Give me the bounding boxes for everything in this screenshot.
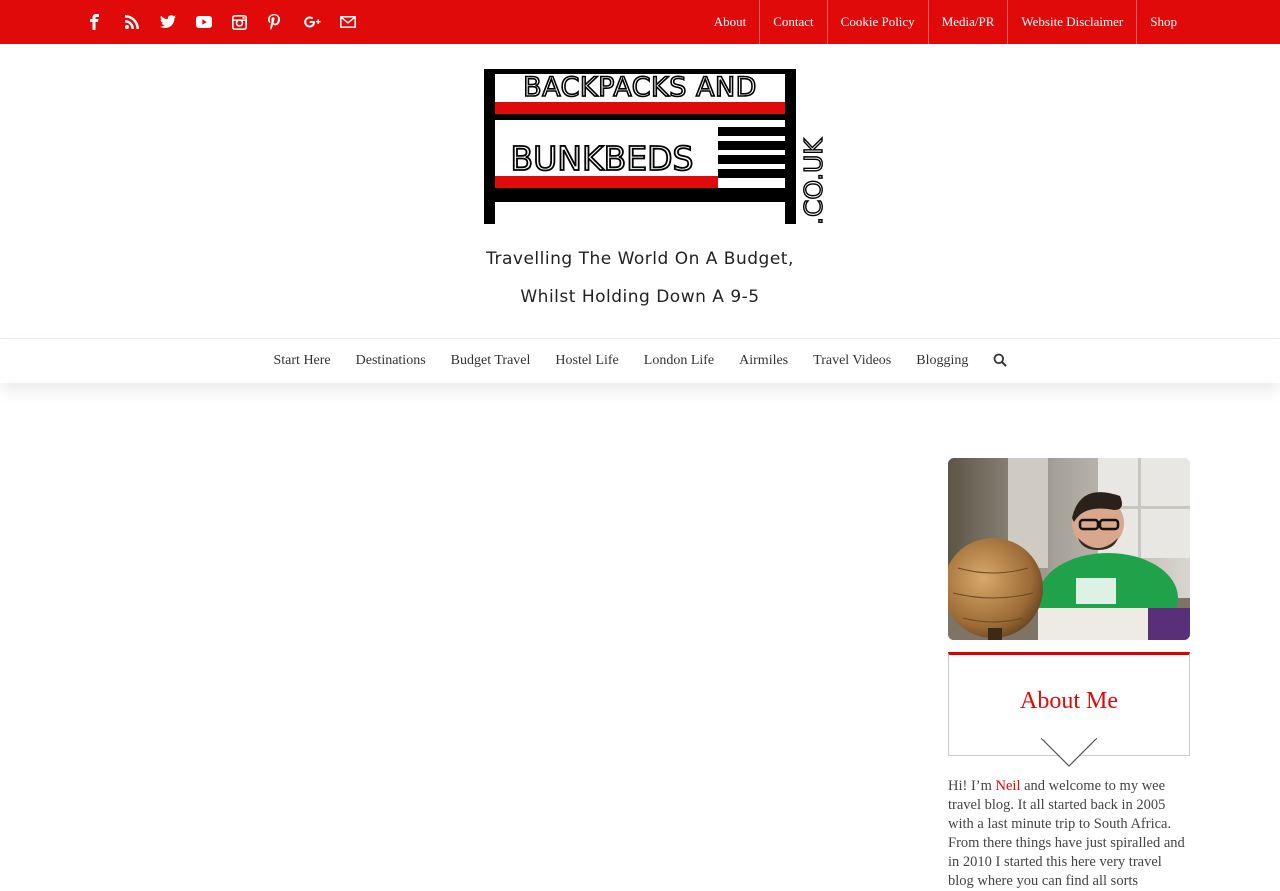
about-notch	[1041, 738, 1097, 767]
tagline-line1: Travelling The World On A Budget,	[486, 249, 794, 269]
email-icon[interactable]	[340, 11, 376, 33]
logo-line1: BACKPACKS AND	[523, 72, 757, 103]
nav-hostel-life[interactable]: Hostel Life	[543, 353, 631, 369]
nav-budget-travel[interactable]: Budget Travel	[438, 353, 543, 369]
top-nav: About Contact Cookie Policy Media/PR Web…	[701, 0, 1190, 44]
top-nav-about[interactable]: About	[701, 0, 760, 44]
rss-icon[interactable]	[124, 11, 160, 33]
top-nav-media-pr[interactable]: Media/PR	[927, 0, 1008, 44]
top-nav-website-disclaimer[interactable]: Website Disclaimer	[1007, 0, 1136, 44]
instagram-icon[interactable]	[232, 11, 268, 33]
nav-airmiles[interactable]: Airmiles	[727, 353, 801, 369]
logo-domain: .CO.UK	[799, 138, 824, 225]
about-intro: Hi! I’m	[948, 778, 996, 794]
nav-start-here[interactable]: Start Here	[261, 353, 343, 369]
nav-destinations[interactable]: Destinations	[343, 353, 438, 369]
social-links	[88, 11, 376, 33]
tagline: Travelling The World On A Budget, Whilst…	[440, 240, 840, 316]
nav-london-life[interactable]: London Life	[631, 353, 726, 369]
top-bar: About Contact Cookie Policy Media/PR Web…	[0, 0, 1280, 44]
about-name-link[interactable]: Neil	[996, 778, 1021, 794]
google-plus-icon[interactable]	[304, 11, 340, 33]
top-nav-cookie-policy[interactable]: Cookie Policy	[826, 0, 928, 44]
author-photo	[948, 458, 1190, 640]
nav-travel-videos[interactable]: Travel Videos	[801, 353, 904, 369]
main-nav: Start Here Destinations Budget Travel Ho…	[0, 338, 1280, 383]
youtube-icon[interactable]	[196, 11, 232, 33]
pinterest-icon[interactable]	[268, 11, 304, 33]
top-nav-contact[interactable]: Contact	[759, 0, 826, 44]
twitter-icon[interactable]	[160, 11, 196, 33]
about-body: and welcome to my wee travel blog. It al…	[948, 778, 1185, 889]
facebook-icon[interactable]	[88, 11, 124, 33]
nav-blogging[interactable]: Blogging	[904, 353, 981, 369]
top-nav-shop[interactable]: Shop	[1136, 0, 1190, 44]
logo-line2: BUNKBEDS	[511, 139, 694, 178]
tagline-line2: Whilst Holding Down A 9-5	[520, 287, 760, 307]
about-text: Hi! I’m Neil and welcome to my wee trave…	[948, 777, 1190, 891]
about-title: About Me	[1020, 688, 1118, 714]
search-icon[interactable]	[993, 353, 1009, 369]
site-logo[interactable]: BACKPACKS AND BUNKBEDS .CO.UK	[484, 69, 829, 227]
